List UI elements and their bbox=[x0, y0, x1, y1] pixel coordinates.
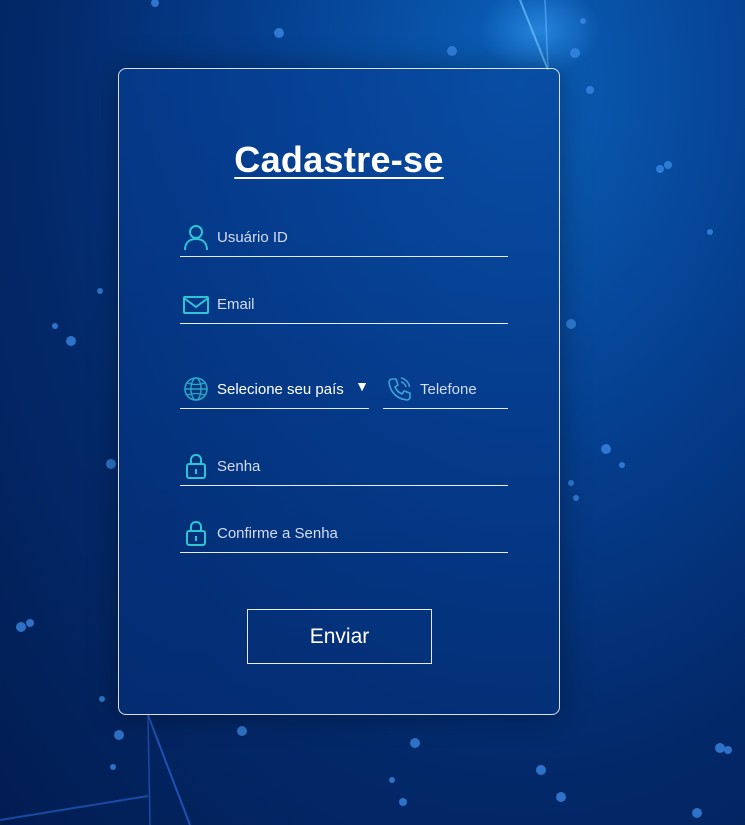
country-select[interactable]: Selecione seu país ▼ bbox=[180, 369, 369, 409]
chevron-down-icon[interactable]: ▼ bbox=[355, 378, 369, 394]
envelope-icon bbox=[183, 296, 209, 314]
email-field[interactable]: Email bbox=[180, 284, 508, 324]
phone-field[interactable]: Telefone bbox=[383, 369, 508, 409]
lock-icon bbox=[186, 453, 206, 479]
signup-card: Cadastre-se Usuário ID Email Selecione s… bbox=[118, 68, 560, 715]
phone-icon bbox=[388, 377, 411, 401]
user-icon bbox=[184, 225, 208, 251]
submit-button[interactable]: Enviar bbox=[247, 609, 432, 664]
email-placeholder: Email bbox=[217, 296, 255, 313]
user-id-placeholder: Usuário ID bbox=[217, 229, 288, 246]
password-placeholder: Senha bbox=[217, 458, 261, 475]
country-selected-value: Selecione seu país bbox=[217, 381, 344, 398]
form-title: Cadastre-se bbox=[234, 139, 444, 180]
user-id-field[interactable]: Usuário ID bbox=[180, 217, 508, 257]
phone-placeholder: Telefone bbox=[420, 381, 477, 398]
confirm-password-field[interactable]: Confirme a Senha bbox=[180, 513, 508, 553]
confirm-password-placeholder: Confirme a Senha bbox=[217, 525, 338, 542]
lock-icon bbox=[186, 520, 206, 546]
globe-icon bbox=[184, 377, 208, 401]
password-field[interactable]: Senha bbox=[180, 446, 508, 486]
